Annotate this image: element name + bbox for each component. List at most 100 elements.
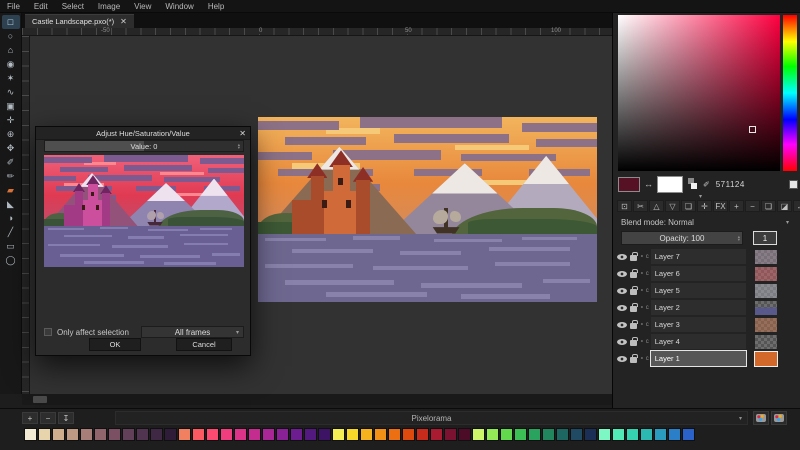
palette-swatch[interactable]	[262, 428, 275, 441]
layer-btn-effects[interactable]: FX	[713, 200, 728, 212]
color-options-button[interactable]	[789, 180, 798, 189]
tool-move[interactable]: ✛	[2, 113, 20, 127]
layer-name[interactable]: Layer 1	[651, 351, 746, 366]
palette-swatch[interactable]	[234, 428, 247, 441]
tool-zoom[interactable]: ⊕	[2, 127, 20, 141]
palette-swatch[interactable]	[444, 428, 457, 441]
tool-color-picker[interactable]: ✐	[2, 155, 20, 169]
lock-icon[interactable]	[630, 323, 637, 329]
layer-btn-mask[interactable]: ▽	[665, 200, 680, 212]
palette-swatch[interactable]	[52, 428, 65, 441]
palette-swatch[interactable]	[556, 428, 569, 441]
palette-swatch[interactable]	[360, 428, 373, 441]
tool-rectangle-select[interactable]: □	[2, 15, 20, 29]
opacity-stepper-icon[interactable]: ▴▾	[738, 235, 740, 242]
palette-swatch[interactable]	[318, 428, 331, 441]
tool-shading[interactable]: ◑	[2, 211, 20, 225]
palette-swatch[interactable]	[528, 428, 541, 441]
palette-swatch[interactable]	[626, 428, 639, 441]
tool-lasso[interactable]: ∿	[2, 85, 20, 99]
slider-value[interactable]: Value: 0 ▴▾	[44, 140, 244, 152]
menu-file[interactable]: File	[0, 2, 27, 11]
palette-swatch[interactable]	[514, 428, 527, 441]
visibility-eye-icon[interactable]	[617, 356, 627, 362]
layer-row-layer-2[interactable]: ∘ c Layer 2	[617, 300, 777, 315]
palette-swatch[interactable]	[66, 428, 79, 441]
tool-ellipse-select[interactable]: ○	[2, 29, 20, 43]
layer-btn-select-content[interactable]: ✛	[697, 200, 712, 212]
tool-crop[interactable]: ▣	[2, 99, 20, 113]
frame-btn-move-left[interactable]: ←	[793, 200, 800, 212]
menu-window[interactable]: Window	[158, 2, 200, 11]
slider-stepper-icon[interactable]: ▴▾	[238, 143, 240, 150]
tool-color-select[interactable]: ◉	[2, 57, 20, 71]
link-cels-icon[interactable]: ∘	[640, 253, 644, 260]
palette-swatch[interactable]	[220, 428, 233, 441]
lock-icon[interactable]	[630, 272, 637, 278]
palette-swatch[interactable]	[570, 428, 583, 441]
link-cels-icon[interactable]: ∘	[640, 355, 644, 362]
cancel-button[interactable]: Cancel	[176, 338, 232, 351]
palette-swatch[interactable]	[192, 428, 205, 441]
palette-swatch[interactable]	[598, 428, 611, 441]
blend-mode-value[interactable]: Normal	[668, 218, 694, 227]
link-cels-icon[interactable]: ∘	[640, 304, 644, 311]
layer-thumbnail[interactable]	[755, 301, 777, 315]
cel-icon[interactable]: c	[646, 254, 649, 260]
link-cels-icon[interactable]: ∘	[640, 338, 644, 345]
visibility-eye-icon[interactable]	[617, 288, 627, 294]
palette-swatch[interactable]	[108, 428, 121, 441]
palette-swatch[interactable]	[402, 428, 415, 441]
dialog-close-icon[interactable]: ✕	[239, 127, 246, 140]
visibility-eye-icon[interactable]	[617, 271, 627, 277]
palette-swatch[interactable]	[150, 428, 163, 441]
secondary-color-swatch[interactable]	[657, 176, 683, 193]
tool-ellipse[interactable]: ◯	[2, 253, 20, 267]
only-affect-selection-checkbox[interactable]	[44, 328, 52, 336]
layer-row-layer-7[interactable]: ∘ c Layer 7	[617, 249, 777, 264]
layer-name[interactable]: Layer 3	[651, 317, 746, 332]
tool-pan[interactable]: ✥	[2, 141, 20, 155]
lock-icon[interactable]	[630, 340, 637, 346]
add-color-button[interactable]: +	[22, 412, 38, 424]
frame-btn-add[interactable]: +	[729, 200, 744, 212]
cel-icon[interactable]: c	[646, 271, 649, 277]
palette-swatch[interactable]	[486, 428, 499, 441]
frame-1-header[interactable]: 1	[753, 231, 777, 245]
ok-button[interactable]: OK	[89, 338, 141, 351]
palette-swatch[interactable]	[374, 428, 387, 441]
primary-color-swatch[interactable]	[618, 177, 640, 192]
cel-icon[interactable]: c	[646, 305, 649, 311]
lock-icon[interactable]	[630, 289, 637, 295]
new-palette-button[interactable]	[771, 411, 787, 425]
layer-name[interactable]: Layer 7	[651, 249, 746, 264]
layer-row-layer-4[interactable]: ∘ c Layer 4	[617, 334, 777, 349]
opacity-slider[interactable]: Opacity: 100 ▴▾	[621, 231, 743, 245]
palette-select[interactable]: Pixelorama ▾	[115, 411, 748, 425]
palette-swatch[interactable]	[682, 428, 695, 441]
palette-swatch[interactable]	[416, 428, 429, 441]
palette-swatch[interactable]	[94, 428, 107, 441]
lock-icon[interactable]	[630, 255, 637, 261]
palette-swatch[interactable]	[332, 428, 345, 441]
tool-eraser[interactable]: ▰	[2, 183, 20, 197]
dialog-title-bar[interactable]: Adjust Hue/Saturation/Value ✕	[36, 127, 250, 140]
sort-colors-button[interactable]: ↧	[58, 412, 74, 424]
menu-select[interactable]: Select	[55, 2, 91, 11]
link-cels-icon[interactable]: ∘	[640, 321, 644, 328]
layer-row-layer-1[interactable]: ∘ c Layer 1	[617, 351, 777, 366]
hex-color-value[interactable]: 571124	[716, 180, 745, 189]
palette-swatch[interactable]	[640, 428, 653, 441]
menu-view[interactable]: View	[127, 2, 158, 11]
eyedropper-icon[interactable]: ✐	[703, 180, 710, 189]
edit-palette-button[interactable]	[753, 411, 769, 425]
palette-swatch[interactable]	[500, 428, 513, 441]
palette-swatch[interactable]	[178, 428, 191, 441]
palette-swatch[interactable]	[668, 428, 681, 441]
layer-thumbnail[interactable]	[755, 352, 777, 366]
lock-icon[interactable]	[630, 357, 637, 363]
layer-row-layer-3[interactable]: ∘ c Layer 3	[617, 317, 777, 332]
layer-row-layer-6[interactable]: ∘ c Layer 6	[617, 266, 777, 281]
tool-magic-wand[interactable]: ✶	[2, 71, 20, 85]
link-cels-icon[interactable]: ∘	[640, 287, 644, 294]
